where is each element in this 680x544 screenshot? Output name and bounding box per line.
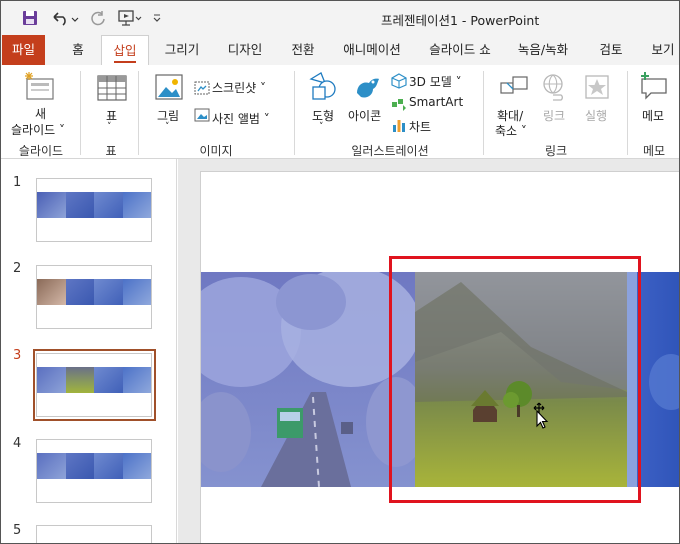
slide-thumbnail-2[interactable] xyxy=(36,265,152,329)
new-slide-label-2[interactable]: 슬라이드 ˅ xyxy=(11,121,65,138)
tab-design[interactable]: 디자인 xyxy=(221,35,269,65)
slide-number: 2 xyxy=(13,261,22,276)
slide-thumbnail-3[interactable] xyxy=(36,353,152,417)
table-dropdown-icon[interactable]: ˅ xyxy=(107,122,112,132)
tab-file[interactable]: 파일 xyxy=(2,35,45,65)
smartart-label[interactable]: SmartArt xyxy=(409,95,463,109)
picture-dropdown-icon[interactable]: ˅ xyxy=(165,122,170,132)
comment-label[interactable]: 메모 xyxy=(642,107,664,124)
shapes-icon[interactable] xyxy=(307,71,339,103)
screenshot-icon[interactable] xyxy=(194,81,210,95)
photo-album-label[interactable]: 사진 앨범 ˅ xyxy=(212,110,270,127)
group-divider xyxy=(627,71,628,155)
slide-number: 3 xyxy=(13,348,22,363)
shapes-dropdown-icon[interactable]: ˅ xyxy=(319,122,324,132)
redo-icon[interactable] xyxy=(89,8,107,28)
slide-number: 1 xyxy=(13,175,22,190)
table-icon[interactable] xyxy=(97,75,127,101)
photo-album-icon[interactable] xyxy=(194,108,210,122)
smartart-icon[interactable] xyxy=(391,95,407,111)
icons-icon[interactable] xyxy=(351,71,383,103)
save-icon[interactable] xyxy=(19,8,41,28)
group-comments-label: 메모 xyxy=(642,144,666,158)
group-divider xyxy=(80,71,81,155)
tab-view[interactable]: 보기 xyxy=(645,35,679,65)
group-illustrations-label: 일러스트레이션 xyxy=(351,144,429,158)
insert-ribbon: 새 슬라이드 ˅ 슬라이드 표 ˅ 표 그림 ˅ 스크린샷 ˅ 사진 앨범 ˅ … xyxy=(1,65,679,159)
group-slides-label: 슬라이드 xyxy=(18,144,64,158)
slide-thumbnail-1[interactable] xyxy=(36,178,152,242)
selection-highlight-box xyxy=(389,256,641,503)
icons-label[interactable]: 아이콘 xyxy=(348,107,381,124)
slide-thumbnail-5[interactable] xyxy=(36,525,152,543)
group-table-label: 표 xyxy=(105,144,117,158)
tab-record[interactable]: 녹음/녹화 xyxy=(511,35,575,65)
slide-thumbnail-4[interactable] xyxy=(36,439,152,503)
powerpoint-window: 프레젠테이션1 - PowerPoint 파일 홈 삽입 그리기 디자인 전환 … xyxy=(0,0,680,544)
chart-icon[interactable] xyxy=(391,117,407,133)
screenshot-label[interactable]: 스크린샷 ˅ xyxy=(212,79,266,96)
slide-number: 5 xyxy=(13,523,22,538)
slide-number: 4 xyxy=(13,436,22,451)
link-icon xyxy=(539,73,567,101)
chart-label[interactable]: 차트 xyxy=(409,118,431,135)
customize-toolbar-icon[interactable] xyxy=(151,8,163,28)
picture-icon[interactable] xyxy=(155,73,183,101)
tab-slideshow[interactable]: 슬라이드 쇼 xyxy=(422,35,498,65)
action-label: 실행 xyxy=(585,109,608,123)
window-title: 프레젠테이션1 - PowerPoint xyxy=(381,13,540,28)
group-divider xyxy=(138,71,139,155)
zoom-icon[interactable] xyxy=(499,73,529,101)
group-links-label: 링크 xyxy=(544,144,568,158)
undo-icon[interactable] xyxy=(49,8,81,28)
3d-model-label[interactable]: 3D 모델 ˅ xyxy=(409,73,462,90)
present-from-start-icon[interactable] xyxy=(116,8,144,28)
mouse-cursor-icon xyxy=(528,401,550,429)
action-icon xyxy=(583,73,611,101)
zoom-label-2[interactable]: 축소 ˅ xyxy=(495,122,527,139)
new-slide-icon[interactable] xyxy=(23,71,57,103)
group-divider xyxy=(483,71,484,155)
link-label: 링크 xyxy=(543,109,566,123)
ribbon-tabs: 파일 홈 삽입 그리기 디자인 전환 애니메이션 슬라이드 쇼 녹음/녹화 검토… xyxy=(1,35,679,66)
new-slide-label-1[interactable]: 새 xyxy=(35,105,46,122)
slide-thumbnails-panel: 1 2 3 4 5 xyxy=(1,159,177,543)
tab-review[interactable]: 검토 xyxy=(591,35,631,65)
tab-insert[interactable]: 삽입 xyxy=(101,35,149,66)
group-divider xyxy=(294,71,295,155)
comment-icon[interactable] xyxy=(639,71,669,101)
3d-model-icon[interactable] xyxy=(391,73,407,89)
tab-transitions[interactable]: 전환 xyxy=(283,35,323,65)
tab-draw[interactable]: 그리기 xyxy=(159,35,205,65)
tab-home[interactable]: 홈 xyxy=(63,35,93,65)
tab-animations[interactable]: 애니메이션 xyxy=(336,35,408,65)
title-bar: 프레젠테이션1 - PowerPoint xyxy=(1,1,679,35)
group-images-label: 이미지 xyxy=(199,144,233,158)
